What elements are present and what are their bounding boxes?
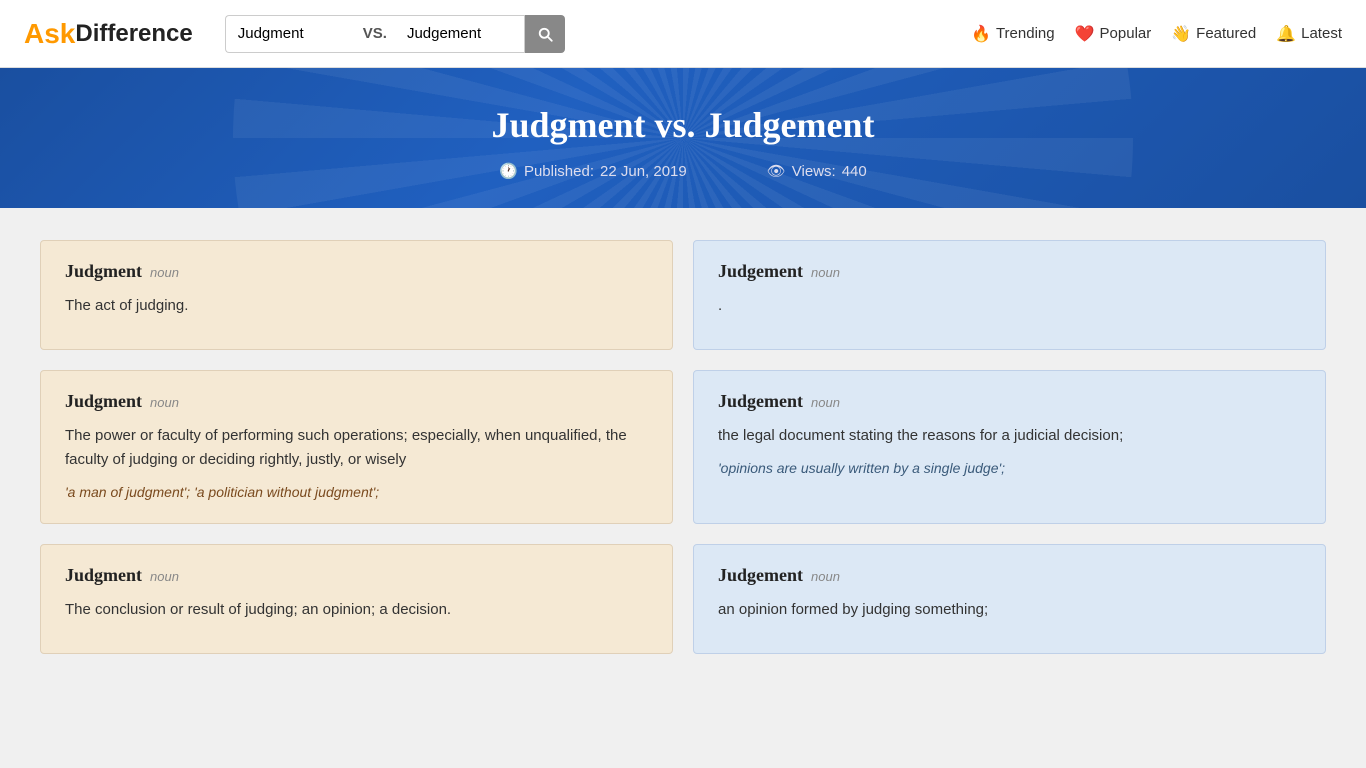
card-header: Judgment noun [65, 261, 648, 282]
logo[interactable]: AskDifference [24, 18, 193, 50]
card-definition: an opinion formed by judging something; [718, 598, 1301, 622]
card-pos: noun [150, 569, 179, 584]
nav-trending-label: Trending [996, 25, 1055, 42]
card-header: Judgment noun [65, 565, 648, 586]
views-label: Views: [792, 163, 836, 180]
popular-icon: ❤️ [1075, 24, 1095, 44]
definition-card-right-1: Judgement noun the legal document stating … [693, 370, 1326, 524]
card-pos: noun [811, 569, 840, 584]
logo-ask: Ask [24, 18, 75, 50]
definition-card-right-2: Judgement noun an opinion formed by judgin… [693, 544, 1326, 654]
card-definition: . [718, 294, 1301, 318]
latest-icon: 🔔 [1276, 24, 1296, 44]
header: AskDifference VS. 🔥 Trending ❤️ Popular … [0, 0, 1366, 68]
card-example: 'opinions are usually written by a singl… [718, 458, 1301, 479]
definition-card-left-0: Judgment noun The act of judging. [40, 240, 673, 350]
main-content: Judgment noun The act of judging. Judgement… [0, 208, 1366, 686]
card-definition: The act of judging. [65, 294, 648, 318]
published-date: 22 Jun, 2019 [600, 163, 687, 180]
published-label: Published: [524, 163, 594, 180]
nav-featured-label: Featured [1196, 25, 1256, 42]
featured-icon: 👋 [1171, 24, 1191, 44]
card-header: Judgement noun [718, 565, 1301, 586]
hero-meta: 🕐 Published: 22 Jun, 2019 👁 Views: 440 [24, 162, 1342, 180]
card-word: Judgement [718, 391, 803, 411]
trending-icon: 🔥 [971, 24, 991, 44]
nav-latest[interactable]: 🔔 Latest [1276, 24, 1342, 44]
hero-title: Judgment vs. Judgement [24, 104, 1342, 146]
definition-card-right-0: Judgement noun. [693, 240, 1326, 350]
card-header: Judgement noun [718, 261, 1301, 282]
search-input-2[interactable] [395, 15, 525, 53]
hero-banner: Judgment vs. Judgement 🕐 Published: 22 J… [0, 68, 1366, 208]
nav-latest-label: Latest [1301, 25, 1342, 42]
nav-trending[interactable]: 🔥 Trending [971, 24, 1055, 44]
card-header: Judgement noun [718, 391, 1301, 412]
eye-icon: 👁 [767, 162, 786, 180]
nav-links: 🔥 Trending ❤️ Popular 👋 Featured 🔔 Lates… [971, 24, 1342, 44]
card-header: Judgment noun [65, 391, 648, 412]
search-input-1[interactable] [225, 15, 355, 53]
card-word: Judgment [65, 565, 142, 585]
nav-popular-label: Popular [1100, 25, 1152, 42]
card-word: Judgment [65, 391, 142, 411]
search-area: VS. [225, 15, 565, 53]
nav-popular[interactable]: ❤️ Popular [1075, 24, 1152, 44]
search-button[interactable] [525, 15, 565, 53]
clock-icon: 🕐 [499, 162, 518, 180]
logo-diff: Difference [75, 20, 192, 48]
card-pos: noun [150, 265, 179, 280]
nav-featured[interactable]: 👋 Featured [1171, 24, 1256, 44]
definition-card-left-2: Judgment noun The conclusion or result of … [40, 544, 673, 654]
card-definition: The conclusion or result of judging; an … [65, 598, 648, 622]
definition-card-left-1: Judgment noun The power or faculty of perf… [40, 370, 673, 524]
card-word: Judgment [65, 261, 142, 281]
card-definition: The power or faculty of performing such … [65, 424, 648, 472]
search-icon [536, 25, 554, 43]
card-definition: the legal document stating the reasons f… [718, 424, 1301, 448]
card-pos: noun [811, 395, 840, 410]
vs-label: VS. [355, 15, 395, 53]
published-meta: 🕐 Published: 22 Jun, 2019 [499, 162, 687, 180]
card-pos: noun [150, 395, 179, 410]
card-word: Judgement [718, 565, 803, 585]
views-count: 440 [842, 163, 867, 180]
card-word: Judgement [718, 261, 803, 281]
card-example: 'a man of judgment'; 'a politician witho… [65, 482, 648, 503]
views-meta: 👁 Views: 440 [767, 162, 867, 180]
card-pos: noun [811, 265, 840, 280]
